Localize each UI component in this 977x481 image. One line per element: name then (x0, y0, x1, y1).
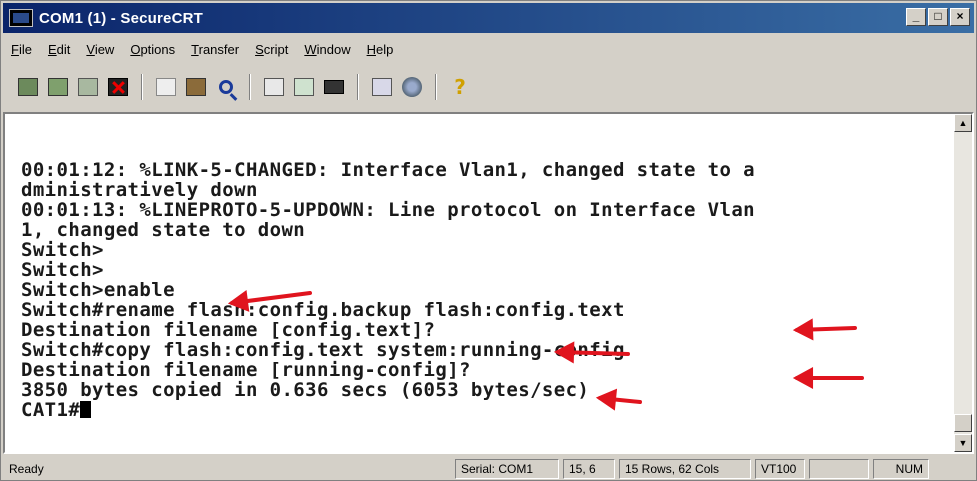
status-terminal-size: 15 Rows, 62 Cols (619, 459, 751, 479)
terminal-line: Switch#copy flash:config.text system:run… (21, 339, 625, 361)
restore-button[interactable]: □ (928, 8, 948, 26)
terminal-prompt-line: CAT1# (21, 400, 755, 420)
toolbar: ? (3, 67, 974, 107)
minimize-button[interactable]: _ (906, 8, 926, 26)
menu-view[interactable]: View (78, 42, 122, 57)
title-bar[interactable]: COM1 (1) - SecureCRT _ □ × (3, 3, 974, 33)
status-num-lock: NUM (873, 459, 929, 479)
send-file-button[interactable] (261, 74, 287, 100)
close-button[interactable]: × (950, 8, 970, 26)
global-options-button[interactable] (399, 74, 425, 100)
toolbar-separator (249, 74, 251, 100)
terminal-line: dministratively down (21, 179, 258, 201)
session-options-icon (372, 78, 392, 96)
terminal-line: 1, changed state to down (21, 219, 306, 241)
scrollbar-thumb[interactable] (954, 414, 972, 432)
status-serial: Serial: COM1 (455, 459, 559, 479)
terminal-prompt: CAT1# (21, 399, 81, 421)
terminal-line: Destination filename [running-config]? (21, 359, 471, 381)
menu-edit[interactable]: Edit (40, 42, 78, 57)
terminal-line: Switch> (21, 259, 104, 281)
quick-connect-button[interactable] (45, 74, 71, 100)
status-blank-pane (809, 459, 869, 479)
status-emulation: VT100 (755, 459, 805, 479)
menu-script[interactable]: Script (247, 42, 296, 57)
quick-connect-icon (48, 78, 68, 96)
vertical-scrollbar[interactable]: ▲ ▼ (954, 114, 972, 452)
scroll-up-button[interactable]: ▲ (954, 114, 972, 132)
toolbar-separator (141, 74, 143, 100)
disconnect-icon (108, 78, 128, 96)
connect-button[interactable] (15, 74, 41, 100)
menu-window[interactable]: Window (296, 42, 358, 57)
disconnect-button[interactable] (105, 74, 131, 100)
global-options-icon (402, 77, 422, 97)
window-controls: _ □ × (906, 8, 970, 26)
terminal-line: 00:01:12: %LINK-5-CHANGED: Interface Vla… (21, 159, 756, 181)
terminal-line: Switch> (21, 239, 104, 261)
terminal-line: 00:01:13: %LINEPROTO-5-UPDOWN: Line prot… (21, 199, 756, 221)
session-options-button[interactable] (369, 74, 395, 100)
connect-icon (18, 78, 38, 96)
help-icon: ? (454, 75, 466, 99)
menu-transfer[interactable]: Transfer (183, 42, 247, 57)
terminal-area[interactable]: 00:01:12: %LINK-5-CHANGED: Interface Vla… (3, 112, 974, 454)
terminal-line: 3850 bytes copied in 0.636 secs (6053 by… (21, 379, 590, 401)
paste-icon (186, 78, 206, 96)
terminal-cursor (80, 401, 92, 418)
copy-icon (156, 78, 176, 96)
terminal-output[interactable]: 00:01:12: %LINK-5-CHANGED: Interface Vla… (21, 160, 755, 420)
status-cursor-position: 15, 6 (563, 459, 615, 479)
paste-button[interactable] (183, 74, 209, 100)
print-button[interactable] (321, 74, 347, 100)
log-session-button[interactable] (291, 74, 317, 100)
toolbar-separator (357, 74, 359, 100)
terminal-app-icon (9, 9, 33, 27)
terminal-line: Switch#rename flash:config.backup flash:… (21, 299, 625, 321)
log-session-icon (294, 78, 314, 96)
help-button[interactable]: ? (447, 74, 473, 100)
toolbar-separator (435, 74, 437, 100)
menu-bar: File Edit View Options Transfer Script W… (3, 37, 401, 61)
menu-help[interactable]: Help (359, 42, 402, 57)
menu-file[interactable]: File (3, 42, 40, 57)
terminal-line: Destination filename [config.text]? (21, 319, 436, 341)
connect-in-tab-button[interactable] (75, 74, 101, 100)
connect-in-tab-icon (78, 78, 98, 96)
find-icon (219, 80, 233, 94)
status-bar: Ready Serial: COM1 15, 6 15 Rows, 62 Col… (3, 458, 974, 480)
scroll-down-button[interactable]: ▼ (954, 434, 972, 452)
send-file-icon (264, 78, 284, 96)
copy-button[interactable] (153, 74, 179, 100)
print-icon (324, 80, 344, 94)
status-ready: Ready (9, 462, 44, 476)
window-title: COM1 (1) - SecureCRT (39, 9, 204, 27)
terminal-line: Switch>enable (21, 279, 175, 301)
find-button[interactable] (213, 74, 239, 100)
menu-options[interactable]: Options (122, 42, 183, 57)
securecrt-window: COM1 (1) - SecureCRT _ □ × File Edit Vie… (0, 0, 977, 481)
